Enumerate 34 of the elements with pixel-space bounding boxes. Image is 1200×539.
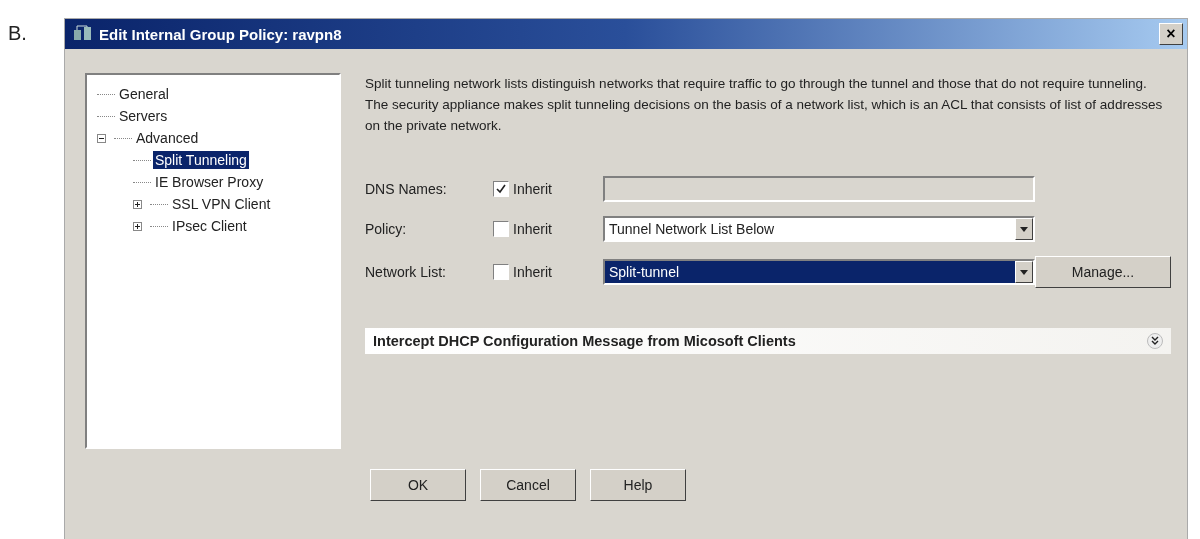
tree-item[interactable]: Servers bbox=[117, 107, 170, 125]
tree-item[interactable]: SSL VPN Client bbox=[170, 195, 273, 213]
tree-item[interactable]: Advanced bbox=[134, 129, 201, 147]
dropdown-arrow-icon bbox=[1020, 269, 1028, 275]
expand-icon[interactable] bbox=[133, 221, 142, 231]
question-label: B. bbox=[8, 21, 28, 46]
tree-item[interactable]: Split Tunneling bbox=[153, 151, 249, 169]
description-text: Split tunneling network lists distinguish networks that require traffic to go through the tunnel and those that do not require tunneling. The security appliance makes split tunneling decisions on the basis of a network list, which is an ACL that consists of list of addresses on the private network. bbox=[365, 75, 1164, 135]
dropdown-arrow-icon bbox=[1020, 226, 1028, 232]
field-label: Network List: bbox=[365, 264, 447, 280]
dns-names-field[interactable] bbox=[603, 176, 1035, 202]
field-label: DNS Names: bbox=[365, 181, 448, 197]
tree-item[interactable]: IPsec Client bbox=[170, 217, 249, 235]
inherit-checkbox[interactable] bbox=[493, 221, 509, 237]
manage-button[interactable]: Manage... bbox=[1035, 256, 1171, 288]
inherit-checkbox[interactable] bbox=[493, 181, 509, 197]
inherit-checkbox[interactable] bbox=[493, 264, 509, 280]
section-header[interactable]: Intercept DHCP Configuration Message from Micosoft Clients bbox=[365, 328, 1171, 354]
inherit-label: Inherit bbox=[513, 181, 552, 197]
close-button[interactable]: × bbox=[1159, 23, 1183, 45]
dropdown[interactable]: Tunnel Network List Below bbox=[603, 216, 1035, 242]
window-title: Edit Internal Group Policy: ravpn8 bbox=[99, 25, 343, 43]
expand-icon[interactable] bbox=[133, 199, 142, 209]
chevron-icon bbox=[1147, 333, 1163, 349]
collapse-icon[interactable] bbox=[97, 133, 106, 143]
tree-item[interactable]: IE Browser Proxy bbox=[153, 173, 266, 191]
inherit-label: Inherit bbox=[513, 264, 552, 280]
dropdown[interactable]: Split-tunnel bbox=[603, 259, 1035, 285]
field-label: Policy: bbox=[365, 221, 408, 237]
dialog-button[interactable]: Cancel bbox=[480, 469, 576, 501]
dialog-button[interactable]: Help bbox=[590, 469, 686, 501]
inherit-label: Inherit bbox=[513, 221, 552, 237]
dialog-button[interactable]: OK bbox=[370, 469, 466, 501]
tree-item[interactable]: General bbox=[117, 85, 171, 103]
